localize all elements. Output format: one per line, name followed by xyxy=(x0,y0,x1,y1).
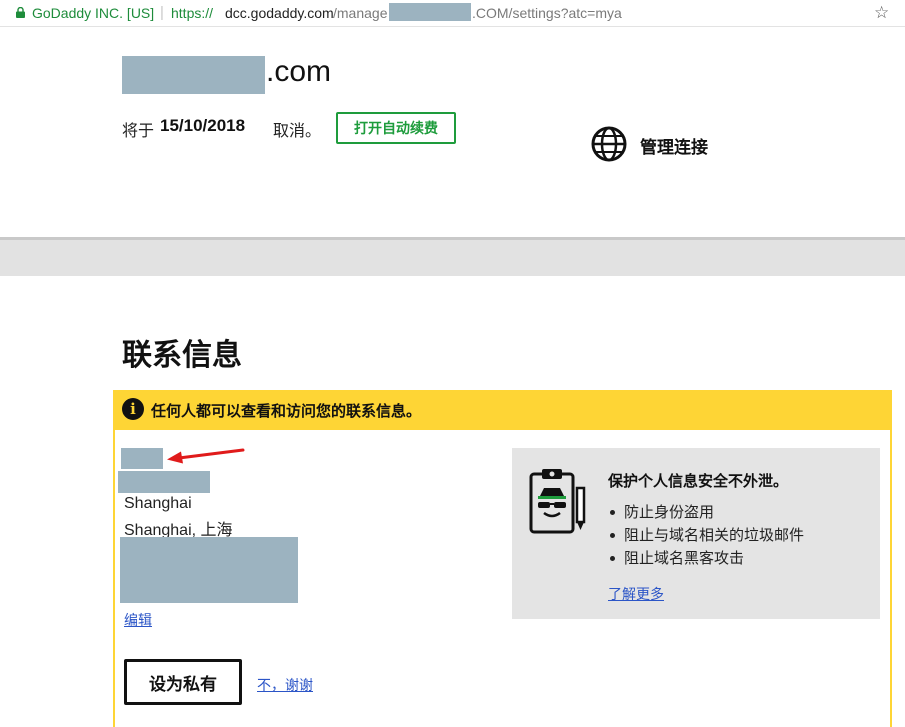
contact-name-redaction xyxy=(121,448,163,469)
url-host: dcc.godaddy.com xyxy=(225,5,334,21)
promo-benefit-item: 阻止域名黑客攻击 xyxy=(608,547,804,570)
edit-link[interactable]: 编辑 xyxy=(124,610,152,630)
warning-text: 任何人都可以查看和访问您的联系信息。 xyxy=(151,403,422,420)
section-divider-band xyxy=(0,240,905,276)
manage-connection-label[interactable]: 管理连接 xyxy=(640,133,708,158)
contact-city: Shanghai xyxy=(124,495,192,512)
promo-benefit-item: 防止身份盗用 xyxy=(608,501,804,524)
lock-icon xyxy=(16,7,25,18)
promo-benefits-list: 防止身份盗用 阻止与域名相关的垃圾邮件 阻止域名黑客攻击 xyxy=(608,501,804,570)
url-scheme: https:// xyxy=(171,5,214,21)
info-icon: i xyxy=(122,398,144,420)
set-private-button[interactable]: 设为私有 xyxy=(124,659,242,705)
clipboard-spy-icon xyxy=(529,469,586,534)
url-path-end: .COM/settings?atc=mya xyxy=(472,5,622,21)
red-arrow-annotation xyxy=(167,448,245,464)
cancel-notice-suffix: 取消。 xyxy=(273,123,322,140)
promo-benefit-item: 阻止与域名相关的垃圾邮件 xyxy=(608,524,804,547)
domain-name-redaction xyxy=(122,56,265,94)
url-path-start: /manage xyxy=(333,5,388,21)
url-redaction xyxy=(389,3,471,21)
contact-street-redaction xyxy=(118,471,210,493)
section-title: 联系信息 xyxy=(122,339,242,372)
cancel-date: 15/10/2018 xyxy=(160,116,246,135)
domain-tld: .com xyxy=(266,55,332,88)
cancel-notice-prefix: 将于 xyxy=(122,123,155,140)
address-bar[interactable]: GoDaddy INC. [US] | https:// dcc.godaddy… xyxy=(0,0,905,27)
auto-renew-button[interactable]: 打开自动续费 xyxy=(336,112,456,144)
star-icon[interactable]: ☆ xyxy=(874,3,889,23)
address-separator: | xyxy=(160,4,164,21)
no-thanks-link[interactable]: 不，谢谢 xyxy=(257,675,313,695)
globe-icon[interactable] xyxy=(591,126,627,162)
contact-details-redaction xyxy=(120,537,298,603)
promo-title: 保护个人信息安全不外泄。 xyxy=(608,473,789,490)
learn-more-link[interactable]: 了解更多 xyxy=(608,584,664,604)
secure-site-label: GoDaddy INC. [US] xyxy=(32,5,155,21)
